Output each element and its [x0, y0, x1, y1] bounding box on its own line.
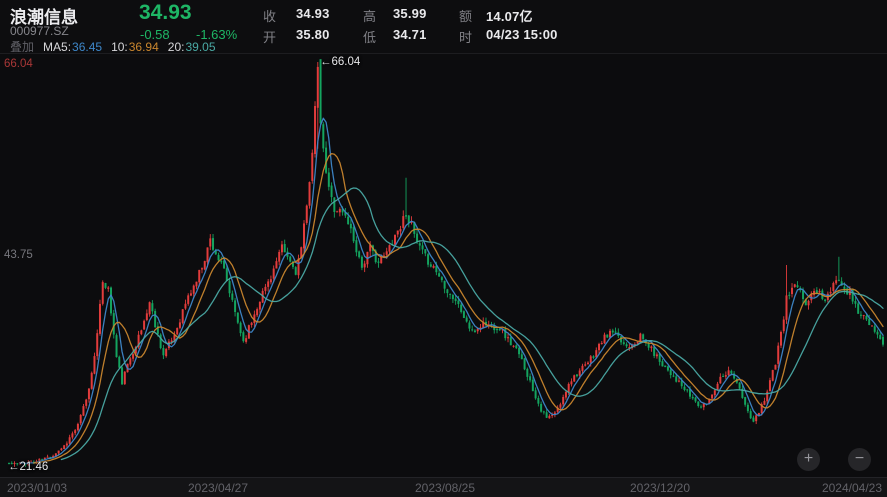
- open-value: 35.80: [296, 27, 330, 42]
- y-axis-mid-label: 43.75: [4, 249, 33, 261]
- zoom-out-icon[interactable]: −: [848, 448, 871, 471]
- x-axis[interactable]: 2023/01/03 2023/04/27 2023/08/25 2023/12…: [0, 477, 887, 497]
- period-high-annotation: ←66.04: [320, 56, 361, 68]
- ma20-value: 39.05: [185, 39, 216, 54]
- open-label: 开: [263, 30, 277, 45]
- x-tick: 2023/08/25: [414, 481, 476, 495]
- y-axis-max-label: 66.04: [4, 58, 33, 70]
- low-label: 低: [363, 30, 377, 45]
- candlestick-chart[interactable]: [0, 53, 887, 477]
- ma10-legend-item[interactable]: 10: 36.94: [111, 40, 159, 54]
- ma20-label: 20:: [167, 39, 185, 54]
- ma10-value: 36.94: [128, 39, 159, 54]
- last-price: 34.93: [139, 1, 192, 24]
- high-label: 高: [363, 9, 377, 24]
- ma5-value: 36.45: [72, 39, 103, 54]
- ma10-label: 10:: [111, 39, 128, 54]
- low-value: 34.71: [393, 27, 427, 42]
- time-label: 时: [459, 30, 473, 45]
- high-value: 35.99: [393, 6, 427, 21]
- amount-label: 额: [459, 9, 473, 24]
- ma5-line: [19, 117, 884, 465]
- amount-value: 14.07亿: [486, 9, 533, 24]
- kline-chart-area[interactable]: 66.04 43.75 ←66.04 ←21.46 + −: [0, 53, 887, 477]
- ma20-legend-item[interactable]: 20: 39.05: [168, 40, 216, 54]
- x-tick: 2023/01/03: [7, 481, 68, 495]
- x-tick: 2023/12/20: [629, 481, 691, 495]
- ma5-label: MA5:: [43, 39, 72, 54]
- stock-chart-app: 浪潮信息 000977.SZ 34.93 -0.58 -1.63% 收 34.9…: [0, 0, 887, 497]
- ma5-legend-item[interactable]: MA5: 36.45: [43, 40, 102, 54]
- quote-header: 浪潮信息 000977.SZ 34.93 -0.58 -1.63% 收 34.9…: [0, 0, 887, 54]
- period-low-annotation: ←21.46: [8, 461, 49, 473]
- close-value: 34.93: [296, 6, 330, 21]
- x-tick: 2024/04/23: [821, 481, 882, 495]
- x-tick: 2023/04/27: [187, 481, 249, 495]
- zoom-in-icon[interactable]: +: [797, 448, 820, 471]
- stock-code: 000977.SZ: [10, 24, 69, 38]
- time-value: 04/23 15:00: [486, 27, 558, 42]
- close-label: 收: [263, 9, 277, 24]
